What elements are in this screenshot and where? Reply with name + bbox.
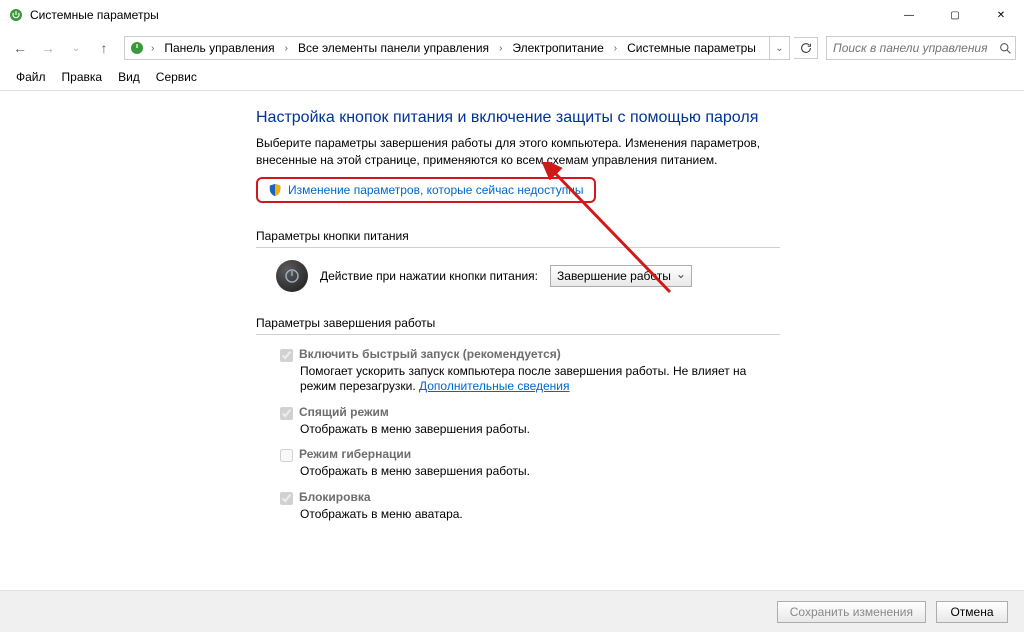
up-button[interactable]: ↑ — [92, 36, 116, 60]
menu-view[interactable]: Вид — [110, 68, 148, 86]
menu-edit[interactable]: Правка — [54, 68, 111, 86]
shutdown-option: Включить быстрый запуск (рекомендуется) — [280, 347, 780, 362]
section-power-button-heading: Параметры кнопки питания — [256, 229, 780, 243]
save-button[interactable]: Сохранить изменения — [777, 601, 926, 623]
menu-file[interactable]: Файл — [8, 68, 54, 86]
shutdown-option: Спящий режим — [280, 405, 780, 420]
page-heading: Настройка кнопок питания и включение защ… — [256, 109, 780, 127]
breadcrumb-item[interactable]: Электропитание — [508, 39, 607, 57]
title-bar-left: Системные параметры — [8, 7, 159, 23]
menu-tools[interactable]: Сервис — [148, 68, 205, 86]
content-area: Настройка кнопок питания и включение защ… — [0, 91, 780, 523]
change-unavailable-settings-link[interactable]: Изменение параметров, которые сейчас нед… — [256, 177, 596, 203]
more-info-link[interactable]: Дополнительные сведения — [419, 379, 569, 393]
power-action-label: Действие при нажатии кнопки питания: — [320, 269, 538, 283]
search-box[interactable] — [826, 36, 1016, 60]
forward-button[interactable]: → — [36, 36, 60, 60]
option-description: Отображать в меню завершения работы. — [300, 422, 780, 438]
divider — [256, 334, 780, 335]
dropdown-value: Завершение работы — [557, 269, 671, 283]
option-label: Включить быстрый запуск (рекомендуется) — [299, 347, 561, 361]
page-description: Выберите параметры завершения работы для… — [256, 135, 776, 169]
divider — [256, 247, 780, 248]
chevron-right-icon[interactable]: › — [147, 43, 158, 54]
shutdown-option: Режим гибернации — [280, 447, 780, 462]
shutdown-option: Блокировка — [280, 490, 780, 505]
link-text: Изменение параметров, которые сейчас нед… — [288, 183, 584, 197]
address-dropdown-button[interactable]: ⌄ — [769, 37, 789, 59]
address-bar[interactable]: › Панель управления › Все элементы панел… — [124, 36, 790, 60]
cancel-button[interactable]: Отмена — [936, 601, 1008, 623]
section-shutdown-heading: Параметры завершения работы — [256, 316, 780, 330]
maximize-button[interactable]: ▢ — [932, 0, 978, 30]
breadcrumb-item[interactable]: Панель управления — [160, 39, 278, 57]
breadcrumb-item[interactable]: Все элементы панели управления — [294, 39, 493, 57]
breadcrumb-item[interactable]: Системные параметры — [623, 39, 760, 57]
power-button-action-row: Действие при нажатии кнопки питания: Зав… — [276, 260, 780, 292]
power-options-icon — [129, 40, 145, 56]
chevron-right-icon[interactable]: › — [495, 43, 506, 54]
refresh-button[interactable] — [794, 37, 818, 59]
window-title: Системные параметры — [30, 8, 159, 22]
option-checkbox[interactable] — [280, 407, 293, 420]
minimize-button[interactable]: — — [886, 0, 932, 30]
search-icon[interactable] — [996, 37, 1015, 59]
option-label: Блокировка — [299, 490, 371, 504]
option-label: Спящий режим — [299, 405, 389, 419]
search-input[interactable] — [827, 41, 996, 55]
option-checkbox[interactable] — [280, 492, 293, 505]
option-description: Отображать в меню аватара. — [300, 507, 780, 523]
menu-bar: Файл Правка Вид Сервис — [0, 66, 1024, 88]
close-button[interactable]: ✕ — [978, 0, 1024, 30]
recent-locations-button[interactable]: ⌄ — [64, 36, 88, 60]
power-action-dropdown[interactable]: Завершение работы — [550, 265, 692, 287]
option-checkbox[interactable] — [280, 349, 293, 362]
footer-bar: Сохранить изменения Отмена — [0, 590, 1024, 632]
power-options-icon — [8, 7, 24, 23]
back-button[interactable]: ← — [8, 36, 32, 60]
option-description: Отображать в меню завершения работы. — [300, 464, 780, 480]
title-bar: Системные параметры — ▢ ✕ — [0, 0, 1024, 30]
option-checkbox[interactable] — [280, 449, 293, 462]
option-label: Режим гибернации — [299, 447, 411, 461]
chevron-right-icon[interactable]: › — [281, 43, 292, 54]
nav-bar: ← → ⌄ ↑ › Панель управления › Все элемен… — [0, 30, 1024, 66]
uac-shield-icon — [268, 183, 282, 197]
breadcrumb: › Панель управления › Все элементы панел… — [125, 39, 769, 57]
power-button-icon — [276, 260, 308, 292]
window-controls: — ▢ ✕ — [886, 0, 1024, 30]
option-description: Помогает ускорить запуск компьютера посл… — [300, 364, 780, 395]
chevron-right-icon[interactable]: › — [610, 43, 621, 54]
